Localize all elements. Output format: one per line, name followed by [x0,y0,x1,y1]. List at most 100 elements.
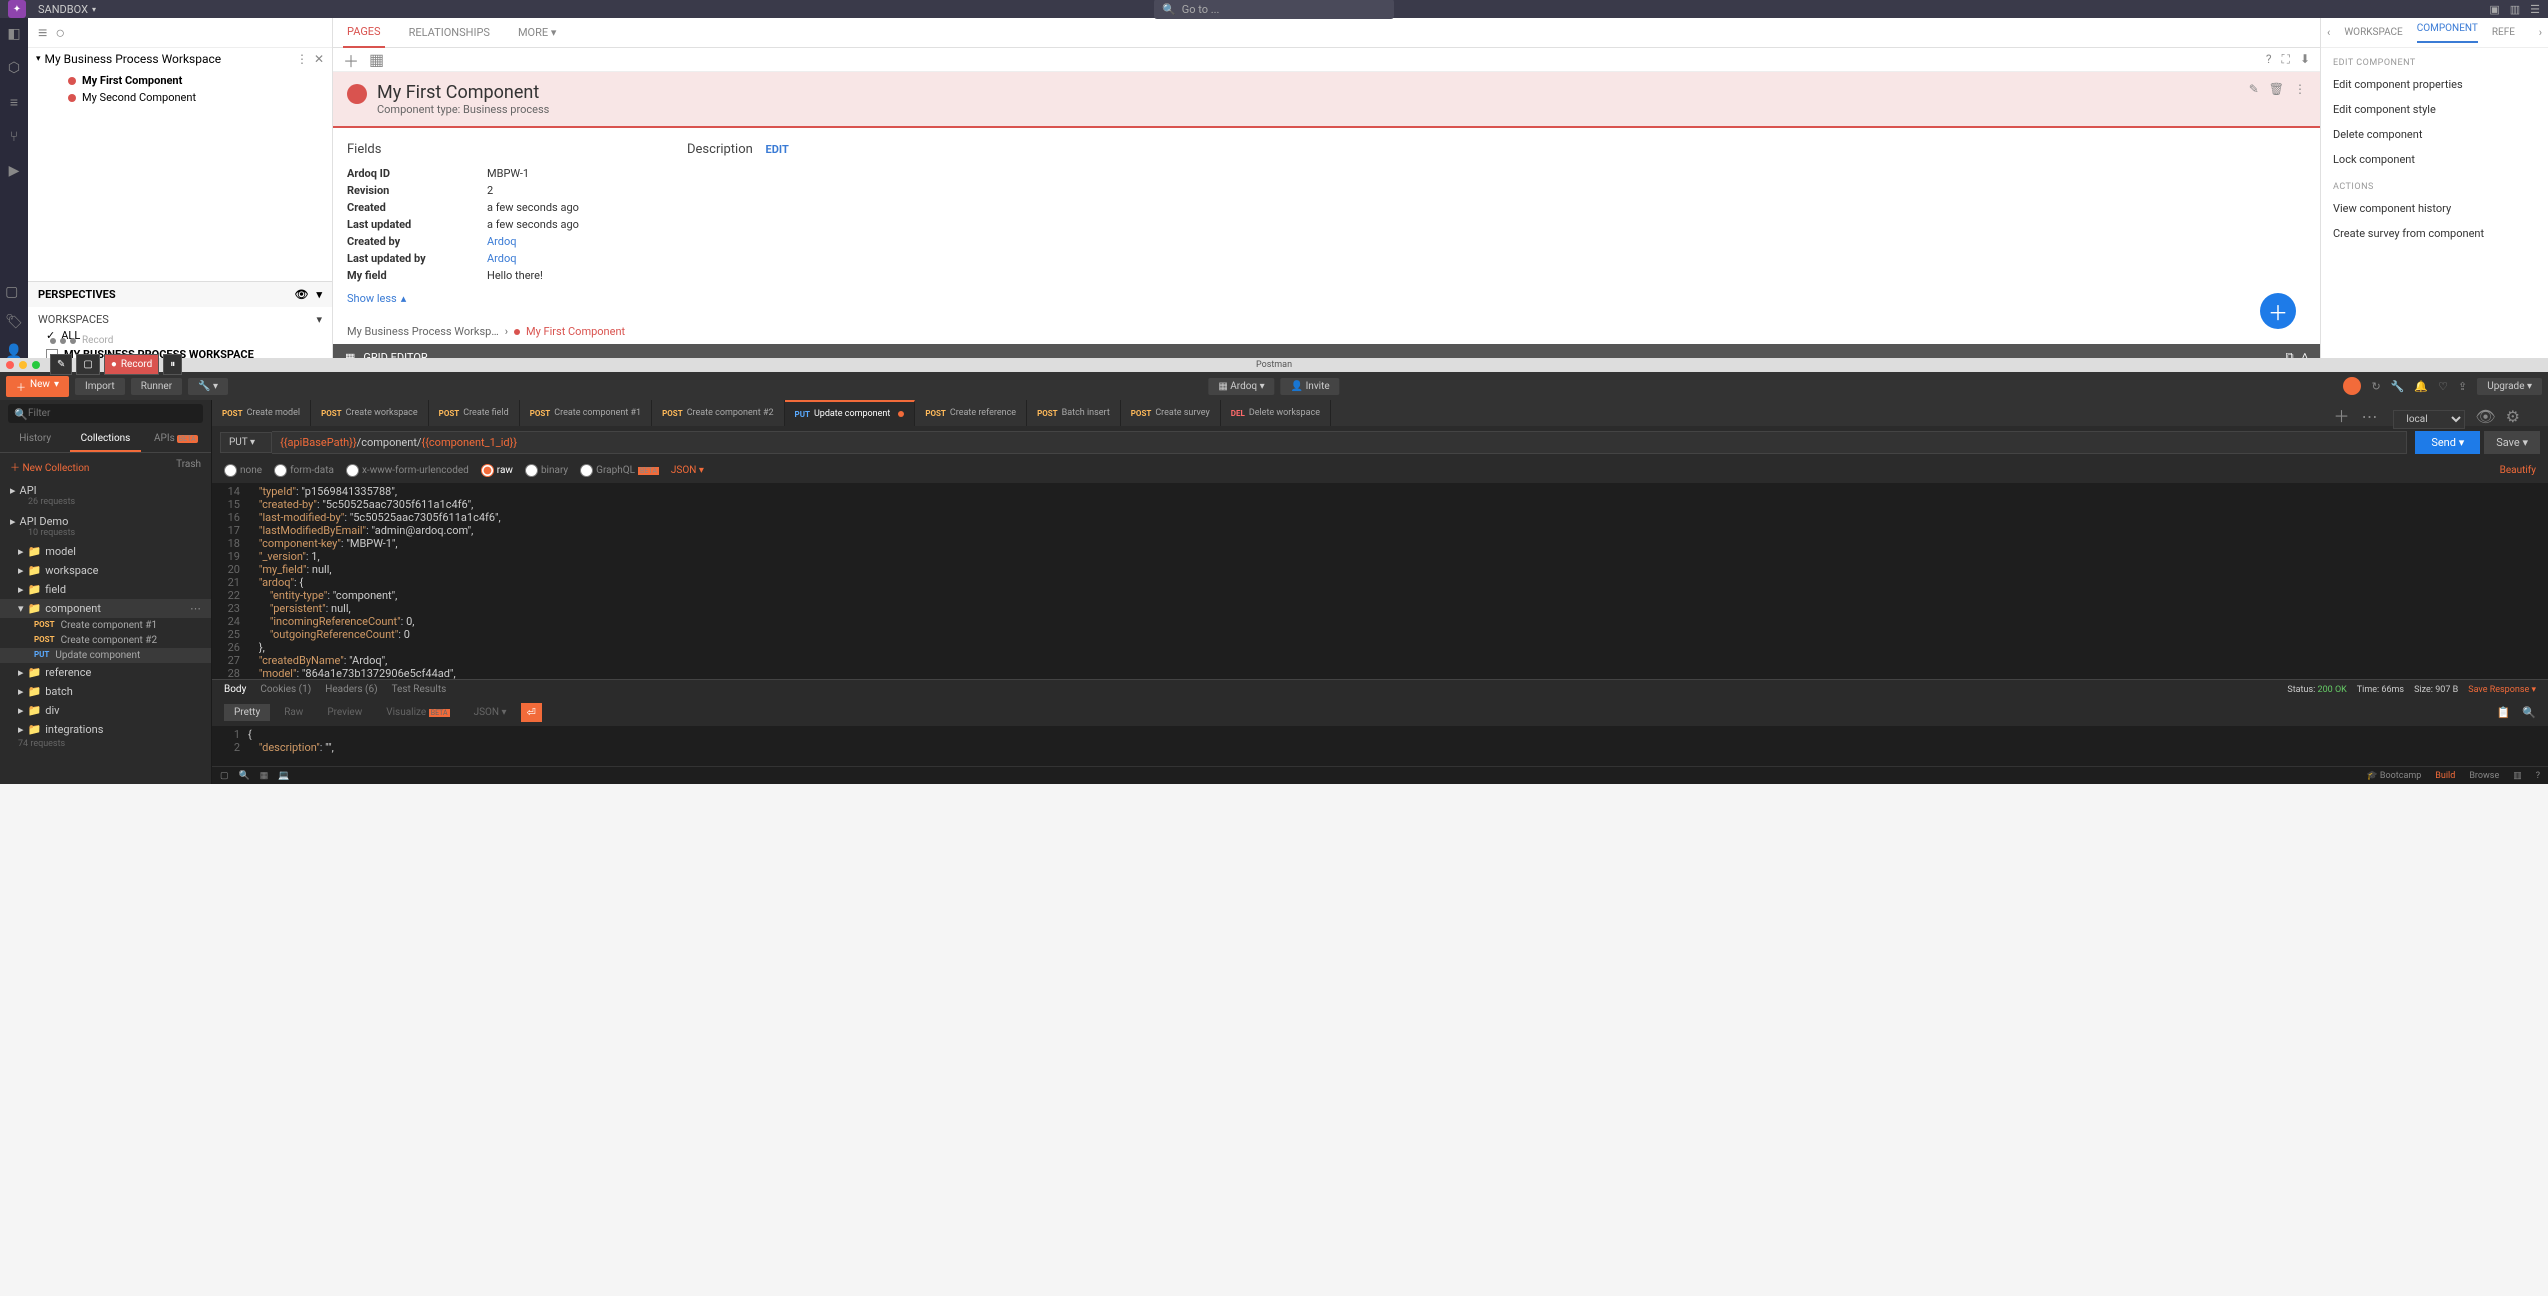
play-icon[interactable]: ▶ [9,163,20,179]
more-icon[interactable]: ⋮ [2294,82,2306,96]
env-gear-icon[interactable]: ⚙ [2506,407,2520,426]
folder-item[interactable]: ▾📁component⋯ [0,599,211,618]
right-panel-item[interactable]: View component history [2321,196,2548,221]
panel-icon[interactable]: ▣ [2489,3,2499,16]
url-input[interactable]: {{apiBasePath}}/component/{{component_1_… [272,431,2407,454]
browse-link[interactable]: Browse [2469,771,2499,781]
rtab-workspace[interactable]: WORKSPACE [2344,27,2402,38]
request-tab[interactable]: POSTCreate component #1 [520,400,652,426]
request-tab[interactable]: POSTCreate reference [915,400,1027,426]
resp-sub-preview[interactable]: Preview [317,704,372,721]
bootcamp-link[interactable]: 🎓 Bootcamp [2366,771,2421,781]
global-search[interactable]: 🔍 Go to ... [1154,0,1394,19]
resp-tab-cookies[interactable]: Cookies (1) [260,684,311,695]
box-icon[interactable]: ▢ [5,284,23,300]
resp-tab-body[interactable]: Body [224,684,246,695]
breadcrumb-current[interactable]: My First Component [526,325,625,338]
body-type-raw[interactable]: raw [481,464,513,477]
resp-sub-raw[interactable]: Raw [274,704,313,721]
request-tab[interactable]: POSTCreate model [212,400,311,426]
edit-icon[interactable]: ✎ [2249,82,2259,96]
right-panel-item[interactable]: Edit component style [2321,97,2548,122]
save-button[interactable]: Save ▾ [2484,431,2540,454]
tree-item[interactable]: My Second Component [28,89,332,106]
sync-icon[interactable]: ↻ [2371,380,2380,393]
forward-icon[interactable]: › [2539,26,2542,39]
chevron-down-icon[interactable]: ▾ [316,288,322,301]
beautify-link[interactable]: Beautify [2500,465,2536,476]
sb-help-icon[interactable]: ? [2536,771,2540,781]
list-icon[interactable]: ≡ [10,94,18,111]
folder-item[interactable]: ▸📁workspace [0,561,211,580]
folder-item[interactable]: ▸📁field [0,580,211,599]
save-response-link[interactable]: Save Response ▾ [2468,685,2536,695]
invite-button[interactable]: 👤 Invite [1281,378,1340,395]
new-collection-link[interactable]: ＋ New Collection [10,459,89,474]
body-type-urlencoded[interactable]: x-www-form-urlencoded [346,464,469,477]
avatar[interactable] [2343,377,2361,395]
sb-icon[interactable]: 💻 [278,771,289,781]
side-tab-history[interactable]: History [0,427,70,452]
request-item[interactable]: POSTCreate component #2 [0,633,211,648]
circle-icon[interactable]: ○ [55,23,65,43]
side-tab-apis[interactable]: APIsBETA [141,427,211,452]
tab-relationships[interactable]: RELATIONSHIPS [405,18,494,47]
tab-more[interactable]: MORE ▾ [514,18,560,47]
right-panel-item[interactable]: Edit component properties [2321,72,2548,97]
more-icon[interactable]: ⋮ [296,52,308,66]
upgrade-button[interactable]: Upgrade ▾ [2477,378,2542,395]
workspaces-toggle[interactable]: WORKSPACES ▾ [38,313,322,326]
build-link[interactable]: Build [2435,771,2455,781]
request-tab[interactable]: POSTCreate survey [1121,400,1221,426]
request-tab[interactable]: POSTCreate field [429,400,520,426]
send-button[interactable]: Send ▾ [2415,431,2480,454]
sb-panels-icon[interactable]: ▥ [2513,771,2522,781]
wrench-icon[interactable]: 🔧 [2391,380,2405,393]
folder-item[interactable]: ▸📁model [0,542,211,561]
sb-icon[interactable]: 🔍 [239,771,250,781]
resp-tab-tests[interactable]: Test Results [392,684,447,695]
new-button[interactable]: ＋New▾ [6,376,69,397]
request-tab[interactable]: POSTCreate workspace [311,400,429,426]
method-select[interactable]: PUT ▾ [220,432,272,453]
resp-sub-visualize[interactable]: Visualize BETA [376,704,459,721]
back-icon[interactable]: ‹ [2327,26,2330,39]
right-panel-item[interactable]: Lock component [2321,147,2548,172]
record-button[interactable]: ● Record [104,354,159,375]
view-icon[interactable]: ▦ [369,50,384,69]
tree-item[interactable]: My First Component [28,72,332,89]
trash-icon[interactable]: 🗑 [2269,82,2284,96]
env-dropdown[interactable]: SANDBOX ▾ [38,3,96,16]
folder-item[interactable]: ▸📁integrations [0,720,211,739]
filter-input[interactable] [8,404,203,423]
library-icon[interactable]: ▥ [2510,3,2520,16]
folder-item[interactable]: ▸📁div [0,701,211,720]
rec-window-button[interactable]: ▢ [76,354,99,375]
menu-icon[interactable]: ☰ [2530,3,2540,16]
branch-icon[interactable]: ⑂ [10,129,18,145]
heart-icon[interactable]: ♡ [2438,380,2448,393]
layers-icon[interactable]: ◧ [7,26,20,42]
request-tab[interactable]: DELDelete workspace [1221,400,1331,426]
tools-button[interactable]: 🔧 ▾ [188,378,228,395]
collection-header[interactable]: ▸API [10,484,201,497]
workspace-switcher[interactable]: ▦ Ardoq ▾ [1208,378,1274,395]
plus-tab-icon[interactable]: ＋ [2333,407,2349,426]
folder-item[interactable]: ▸📁reference [0,663,211,682]
close-window-icon[interactable] [6,361,14,369]
expand-icon[interactable]: ⛶ [2282,52,2290,67]
filter-icon[interactable]: ≡ [38,23,47,43]
rec-pause-button[interactable]: ⏸ [163,354,182,375]
resp-tab-headers[interactable]: Headers (6) [325,684,377,695]
sb-icon[interactable]: ▢ [220,771,229,781]
workspace-header[interactable]: ▾ My Business Process Workspace ⋮ ✕ [28,48,332,70]
body-format-select[interactable]: JSON ▾ [671,465,704,476]
request-tab[interactable]: POSTCreate component #2 [652,400,784,426]
show-less-toggle[interactable]: Show less ▴ [347,292,406,305]
add-fab[interactable]: ＋ [2260,293,2296,329]
capture-icon[interactable]: ⇪ [2458,380,2467,393]
more-icon[interactable]: ⋯ [2361,407,2377,426]
eye-icon[interactable]: 👁 [295,288,309,301]
rtab-reference[interactable]: REFE [2492,27,2515,38]
body-type-graphql[interactable]: GraphQL BETA [580,464,659,477]
